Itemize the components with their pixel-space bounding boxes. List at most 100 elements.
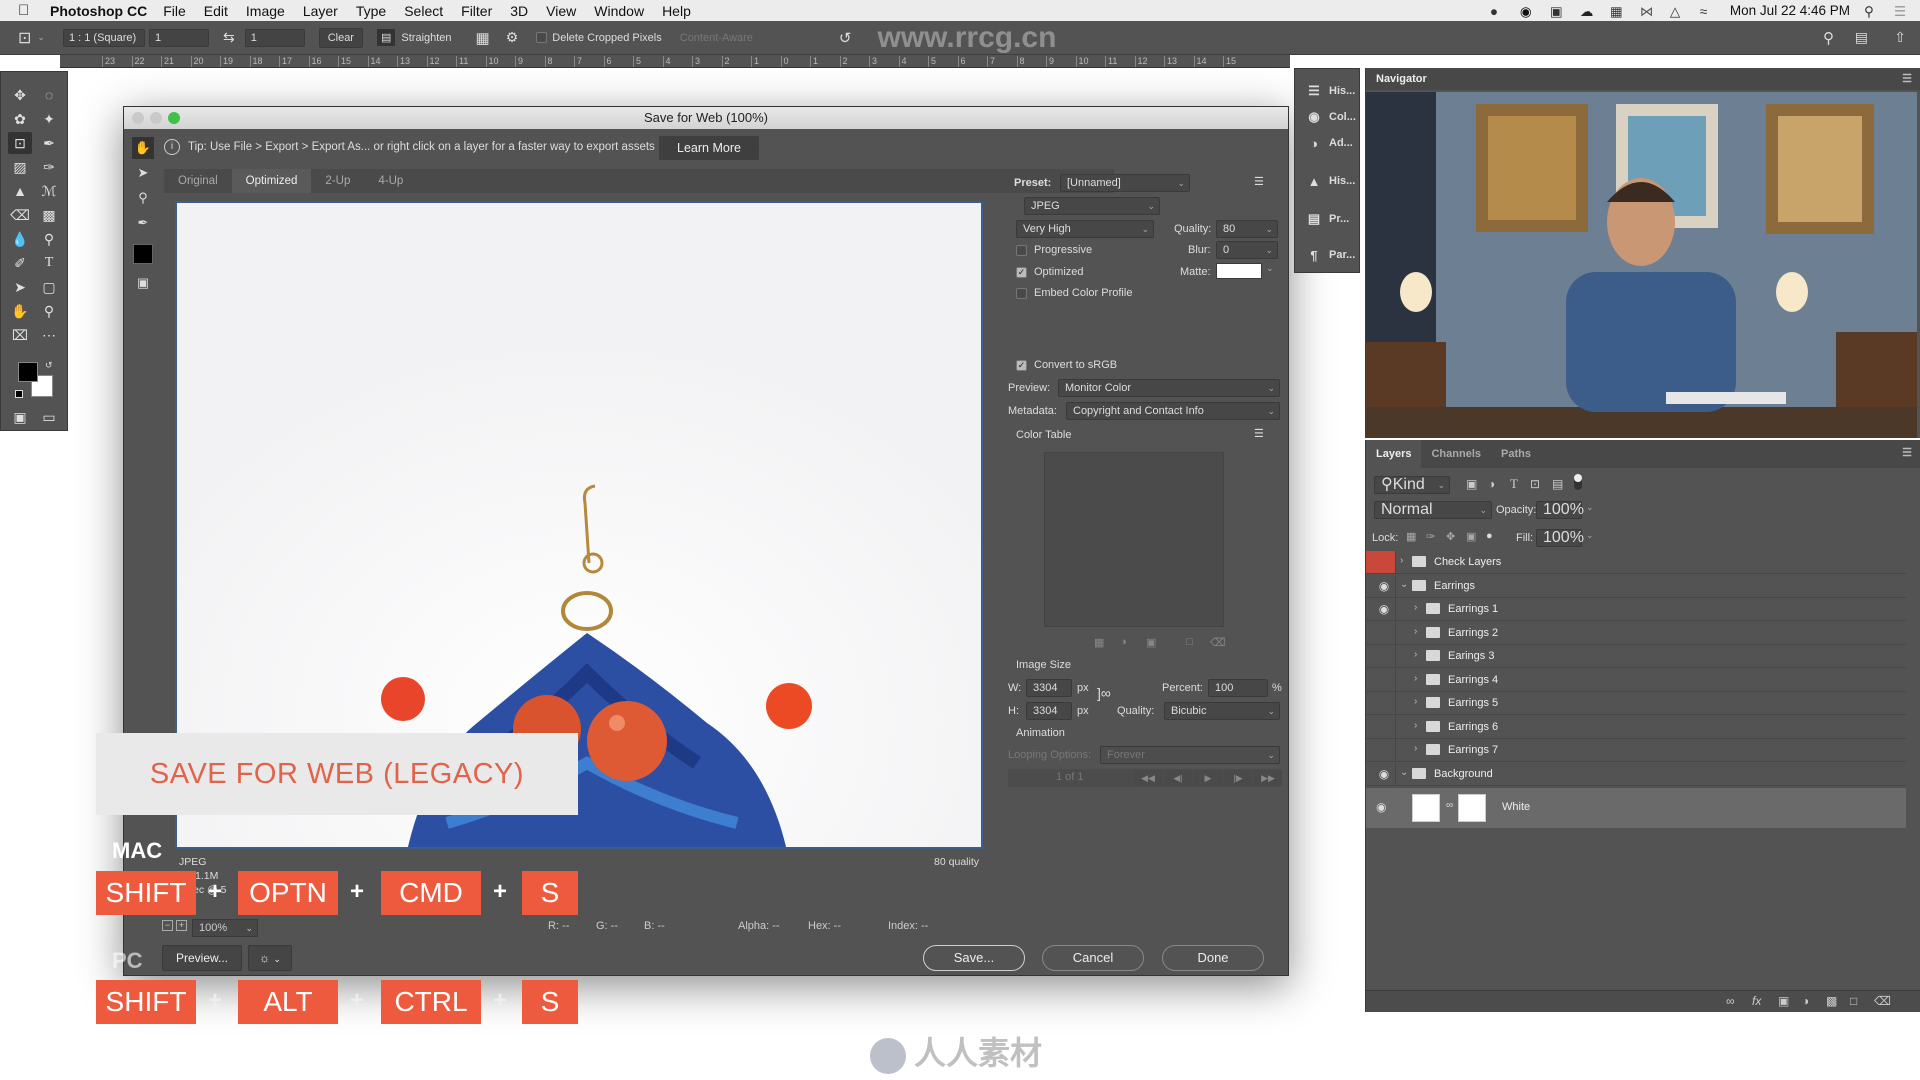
quick-mask-icon[interactable]: ▣ bbox=[8, 406, 32, 428]
crop-tool-icon[interactable]: ⊡ bbox=[8, 132, 32, 154]
layer-row[interactable]: › Earings 3 bbox=[1366, 645, 1906, 668]
layer-row[interactable]: › Check Layers bbox=[1366, 551, 1906, 574]
next-frame-button[interactable]: |▶ bbox=[1224, 770, 1252, 786]
matte-color-swatch[interactable] bbox=[1216, 263, 1262, 279]
chevron-right-icon[interactable]: › bbox=[1414, 720, 1417, 731]
toggle-slices-icon[interactable]: ▣ bbox=[132, 272, 154, 294]
matte-chevron-icon[interactable]: ⌄ bbox=[1266, 263, 1274, 274]
filter-toggle[interactable] bbox=[1574, 474, 1582, 490]
chevron-right-icon[interactable]: › bbox=[1414, 602, 1417, 613]
visibility-column[interactable] bbox=[1366, 692, 1396, 714]
layer-name[interactable]: Earrings 5 bbox=[1448, 697, 1498, 709]
layer-row[interactable]: › Earrings 2 bbox=[1366, 621, 1906, 645]
menu-filter[interactable]: Filter bbox=[461, 3, 492, 19]
layer-row[interactable]: ◉ ⌄ Background bbox=[1366, 762, 1906, 786]
eyedropper-tool-icon[interactable]: ✒ bbox=[37, 132, 61, 154]
overlay-grid-icon[interactable]: ▦ bbox=[476, 29, 490, 47]
chevron-right-icon[interactable]: › bbox=[1400, 555, 1403, 566]
tab-original[interactable]: Original bbox=[164, 169, 232, 193]
layer-row[interactable]: › Earrings 6 bbox=[1366, 715, 1906, 739]
app-status-icon[interactable]: ◉ bbox=[1520, 4, 1536, 19]
last-frame-button[interactable]: ▶▶ bbox=[1254, 770, 1282, 786]
resample-quality-select[interactable]: Bicubic ⌄ bbox=[1164, 702, 1280, 720]
visibility-eye-icon[interactable]: ◉ bbox=[1376, 602, 1392, 616]
chevron-right-icon[interactable]: › bbox=[1414, 696, 1417, 707]
swap-icon[interactable]: ⇆ bbox=[223, 29, 235, 46]
airplay-icon[interactable]: △ bbox=[1670, 4, 1686, 19]
menu-select[interactable]: Select bbox=[404, 3, 443, 19]
lock-color-icon[interactable]: ▣ bbox=[1146, 636, 1156, 649]
notification-center-icon[interactable]: ☰ bbox=[1894, 4, 1910, 19]
optimize-menu-icon[interactable]: ☰ bbox=[1254, 175, 1264, 188]
cloud-icon[interactable]: ☁ bbox=[1580, 4, 1596, 19]
fx-icon[interactable]: fx bbox=[1752, 994, 1761, 1008]
color-table[interactable] bbox=[1044, 452, 1224, 627]
layer-name[interactable]: Earrings bbox=[1434, 580, 1475, 592]
menu-file[interactable]: File bbox=[163, 3, 186, 19]
fill-chevron-icon[interactable]: ⌄ bbox=[1586, 530, 1594, 541]
dock-adjustments[interactable]: ◑ Ad... bbox=[1295, 129, 1361, 157]
lock-artboard-icon[interactable]: ▣ bbox=[1466, 530, 1476, 543]
navigator-title[interactable]: Navigator bbox=[1376, 73, 1427, 85]
visibility-eye-icon[interactable]: ◉ bbox=[1376, 767, 1392, 781]
menu-layer[interactable]: Layer bbox=[303, 3, 338, 19]
menu-edit[interactable]: Edit bbox=[204, 3, 228, 19]
dock-paragraph[interactable]: ¶ Par... bbox=[1295, 241, 1361, 269]
first-frame-button[interactable]: ◀◀ bbox=[1134, 770, 1162, 786]
more-tools-icon[interactable]: ⋯ bbox=[37, 324, 61, 346]
chevron-down-icon[interactable]: ⌄ bbox=[1400, 767, 1408, 778]
blend-mode-select[interactable]: Normal ⌄ bbox=[1374, 501, 1492, 519]
link-dimensions-icon[interactable]: ]∞ bbox=[1097, 685, 1111, 701]
default-colors-icon[interactable] bbox=[15, 390, 23, 398]
layer-name[interactable]: Earrings 2 bbox=[1448, 627, 1498, 639]
chevron-down-icon[interactable]: ⌄ bbox=[37, 32, 45, 43]
delete-cropped-checkbox[interactable] bbox=[536, 32, 548, 43]
foreground-color-swatch[interactable] bbox=[18, 362, 38, 382]
layer-name[interactable]: Earings 3 bbox=[1448, 650, 1494, 662]
metadata-select[interactable]: Copyright and Contact Info ⌄ bbox=[1066, 402, 1280, 420]
healing-tool-icon[interactable]: ▨ bbox=[8, 156, 32, 178]
zoom-tool-icon[interactable]: ⚲ bbox=[132, 187, 154, 209]
layer-row[interactable]: › Earrings 4 bbox=[1366, 668, 1906, 692]
dodge-tool-icon[interactable]: ⚲ bbox=[37, 228, 61, 250]
brush-tool-icon[interactable]: ✑ bbox=[37, 156, 61, 178]
eyedropper-tool-icon[interactable]: ✒ bbox=[132, 212, 154, 234]
visibility-column[interactable] bbox=[1366, 739, 1396, 761]
crop-width-input[interactable]: 1 bbox=[148, 28, 209, 47]
done-button[interactable]: Done bbox=[1162, 945, 1264, 971]
menu-window[interactable]: Window bbox=[594, 3, 644, 19]
layer-mask-thumbnail[interactable] bbox=[1458, 794, 1486, 822]
clear-button[interactable]: Clear bbox=[318, 27, 363, 48]
lock-transparent-icon[interactable]: ▦ bbox=[1406, 530, 1416, 543]
new-color-icon[interactable]: □ bbox=[1186, 636, 1193, 648]
zoom-window-button[interactable] bbox=[168, 112, 180, 124]
chevron-right-icon[interactable]: › bbox=[1414, 673, 1417, 684]
new-layer-icon[interactable]: □ bbox=[1850, 994, 1857, 1008]
tab-channels[interactable]: Channels bbox=[1421, 440, 1491, 468]
tab-4-up[interactable]: 4-Up bbox=[364, 169, 417, 193]
stamp-tool-icon[interactable]: ▲ bbox=[8, 180, 32, 202]
layer-name[interactable]: Earrings 1 bbox=[1448, 603, 1498, 615]
height-input[interactable]: 3304 bbox=[1026, 702, 1072, 720]
file-format-select[interactable]: JPEG ⌄ bbox=[1024, 197, 1160, 215]
wifi-icon[interactable]: ≈ bbox=[1700, 4, 1716, 19]
embed-color-profile-checkbox[interactable] bbox=[1016, 288, 1027, 299]
chevron-right-icon[interactable]: › bbox=[1414, 649, 1417, 660]
tab-paths[interactable]: Paths bbox=[1491, 440, 1541, 468]
dock-color[interactable]: ◉ Col... bbox=[1295, 103, 1361, 131]
optimized-checkbox[interactable]: ✓ bbox=[1016, 267, 1027, 278]
gradient-tool-icon[interactable]: ▩ bbox=[37, 204, 61, 226]
visibility-column[interactable] bbox=[1366, 551, 1396, 573]
minimize-window-button[interactable] bbox=[150, 112, 162, 124]
delete-cropped-label[interactable]: Delete Cropped Pixels bbox=[552, 32, 661, 44]
layer-name[interactable]: Earrings 4 bbox=[1448, 674, 1498, 686]
opacity-chevron-icon[interactable]: ⌄ bbox=[1586, 502, 1594, 513]
play-button[interactable]: ▶ bbox=[1194, 770, 1222, 786]
layer-row[interactable]: › Earrings 5 bbox=[1366, 692, 1906, 715]
zoom-out-button[interactable]: − bbox=[162, 920, 173, 931]
workspace-icon[interactable]: ▤ bbox=[1855, 29, 1868, 46]
crop-tool-icon[interactable]: ⊡ bbox=[18, 28, 31, 48]
save-button[interactable]: Save... bbox=[923, 945, 1025, 971]
color-table-menu-icon[interactable]: ☰ bbox=[1254, 427, 1264, 440]
zoom-tool-icon[interactable]: ⚲ bbox=[37, 300, 61, 322]
